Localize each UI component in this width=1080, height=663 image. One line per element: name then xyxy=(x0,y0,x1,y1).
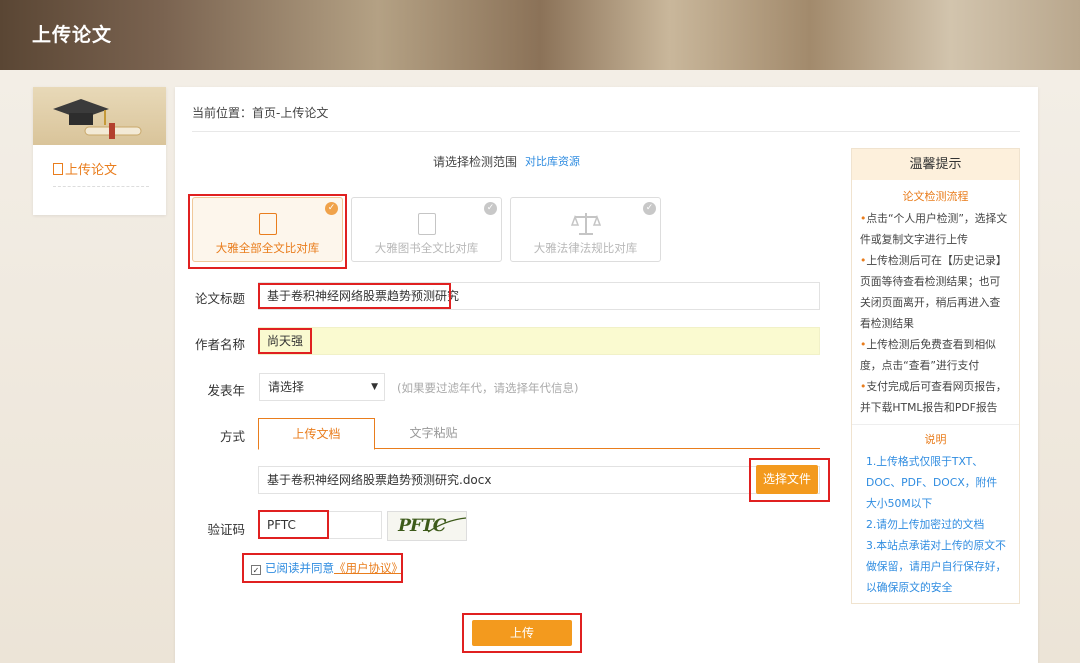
highlight-box xyxy=(258,328,312,354)
tips-notes-list: 1.上传格式仅限于TXT、DOC、PDF、DOCX，附件大小50M以下 2.请勿… xyxy=(852,447,1019,598)
author-input[interactable]: 尚天强 xyxy=(258,327,820,355)
scope-card-label: 大雅法律法规比对库 xyxy=(533,241,638,255)
sidebar-item-label: 上传论文 xyxy=(65,163,118,178)
scope-label: 请选择检测范围 xyxy=(433,155,518,169)
tips-flow-list: •点击“个人用户检测”，选择文件或复制文字进行上传 •上传检测后可在【历史记录】… xyxy=(852,204,1019,418)
file-name-field: 基于卷积神经网络股票趋势预测研究.docx xyxy=(258,466,820,494)
method-tabs: 上传文档 文字粘贴 xyxy=(258,418,820,450)
document-edit-icon xyxy=(53,163,63,175)
scales-icon xyxy=(571,213,601,235)
captcha-image[interactable]: PFTC xyxy=(387,511,467,541)
top-banner: 上传论文 xyxy=(0,0,1080,70)
breadcrumb: 当前位置：首页-上传论文 xyxy=(192,106,329,120)
highlight-box xyxy=(188,194,347,269)
sidebar-item-upload[interactable]: 上传论文 xyxy=(53,159,149,187)
list-item: •上传检测后可在【历史记录】页面等待查看检测结果；也可关闭页面离开，稍后再进入查… xyxy=(860,254,1007,330)
book-icon xyxy=(418,213,436,235)
year-hint: (如果要过滤年代，请选择年代信息) xyxy=(397,381,579,395)
page-title: 上传论文 xyxy=(32,24,113,46)
year-select-value: 请选择 xyxy=(268,380,305,394)
list-item: 2.请勿上传加密过的文档 xyxy=(866,518,985,531)
list-item: •点击“个人用户检测”，选择文件或复制文字进行上传 xyxy=(860,212,1008,246)
graduation-cap-image xyxy=(33,87,166,145)
year-select[interactable]: 请选择 ▼ xyxy=(259,373,385,401)
scope-resource-link[interactable]: 对比库资源 xyxy=(525,153,580,169)
highlight-box xyxy=(462,613,582,653)
list-item: 1.上传格式仅限于TXT、DOC、PDF、DOCX，附件大小50M以下 xyxy=(866,455,998,510)
highlight-box xyxy=(258,283,451,309)
chevron-down-icon: ▼ xyxy=(371,382,378,392)
tips-notes-title: 说明 xyxy=(924,433,947,446)
main-panel: 当前位置：首页-上传论文 请选择检测范围 对比库资源 ✓ 大雅全部全文比对库 ✓… xyxy=(175,87,1038,663)
scope-card-label: 大雅图书全文比对库 xyxy=(374,241,479,255)
sidebar: 上传论文 xyxy=(33,87,166,215)
highlight-box xyxy=(242,553,403,583)
divider xyxy=(852,424,1019,425)
tab-paste-text[interactable]: 文字粘贴 xyxy=(375,418,492,449)
divider xyxy=(192,131,1020,132)
title-label: 论文标题 xyxy=(194,291,245,306)
list-item: 3.本站点承诺对上传的原文不做保留，请用户自行保存好，以确保原文的安全 xyxy=(866,539,1007,594)
scope-card-books[interactable]: ✓ 大雅图书全文比对库 xyxy=(351,197,502,262)
method-label: 方式 xyxy=(219,429,245,444)
check-icon: ✓ xyxy=(643,202,656,215)
tab-upload-document[interactable]: 上传文档 xyxy=(258,418,375,450)
tips-header: 温馨提示 xyxy=(852,149,1019,180)
highlight-box xyxy=(749,458,830,502)
author-label: 作者名称 xyxy=(194,337,245,352)
scope-card-law[interactable]: ✓ 大雅法律法规比对库 xyxy=(510,197,661,262)
check-icon: ✓ xyxy=(484,202,497,215)
tips-flow-title: 论文检测流程 xyxy=(902,190,969,203)
list-item: •支付完成后可查看网页报告，并下载HTML报告和PDF报告 xyxy=(860,380,1007,414)
captcha-label: 验证码 xyxy=(207,522,245,537)
tips-panel: 温馨提示 论文检测流程 •点击“个人用户检测”，选择文件或复制文字进行上传 •上… xyxy=(851,148,1020,604)
list-item: •上传检测后免费查看到相似度，点击“查看”进行支付 xyxy=(860,338,996,372)
highlight-box xyxy=(258,510,329,539)
year-label: 发表年 xyxy=(207,383,245,398)
